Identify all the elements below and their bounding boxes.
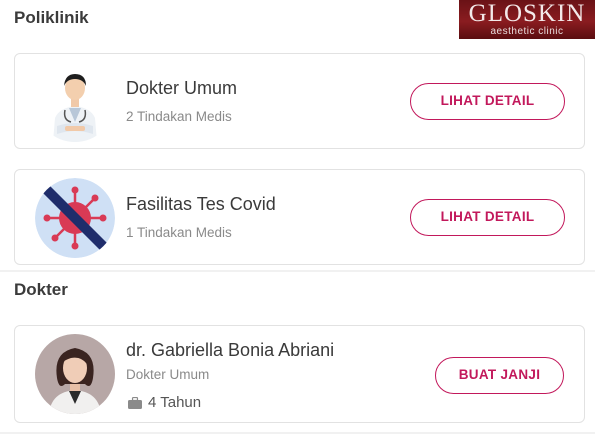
- briefcase-icon: [128, 396, 142, 409]
- doctor-illustration-icon: [35, 62, 115, 142]
- polyclinic-name: Fasilitas Tes Covid: [126, 194, 276, 214]
- polyclinic-count: 1 Tindakan Medis: [126, 225, 232, 240]
- doctor-card[interactable]: dr. Gabriella Bonia Abriani Dokter Umum …: [14, 325, 585, 423]
- lihat-detail-button[interactable]: LIHAT DETAIL: [410, 199, 565, 236]
- doctor-specialty: Dokter Umum: [126, 367, 210, 382]
- section-divider: [0, 432, 595, 434]
- buat-janji-button[interactable]: BUAT JANJI: [435, 357, 564, 394]
- polyclinic-card-dokter-umum[interactable]: Dokter Umum 2 Tindakan Medis LIHAT DETAI…: [14, 53, 585, 149]
- polyclinic-name: Dokter Umum: [126, 78, 238, 98]
- gloskin-logo: GLOSKIN aesthetic clinic: [459, 0, 595, 39]
- logo-subtitle: aesthetic clinic: [490, 26, 564, 37]
- doctor-experience: 4 Tahun: [128, 394, 201, 411]
- covid-strike-icon: [35, 178, 115, 258]
- section-divider: [0, 270, 595, 272]
- polyclinic-count: 2 Tindakan Medis: [126, 109, 232, 124]
- doctor-name: dr. Gabriella Bonia Abriani: [126, 340, 335, 360]
- dokter-section-title: Dokter: [14, 280, 68, 299]
- poliklinik-section-title: Poliklinik: [14, 8, 89, 27]
- polyclinic-card-covid[interactable]: Fasilitas Tes Covid 1 Tindakan Medis LIH…: [14, 169, 585, 265]
- lihat-detail-button[interactable]: LIHAT DETAIL: [410, 83, 565, 120]
- experience-label: 4 Tahun: [148, 394, 202, 411]
- logo-brand: GLOSKIN: [468, 0, 586, 27]
- doctor-avatar: [35, 334, 115, 414]
